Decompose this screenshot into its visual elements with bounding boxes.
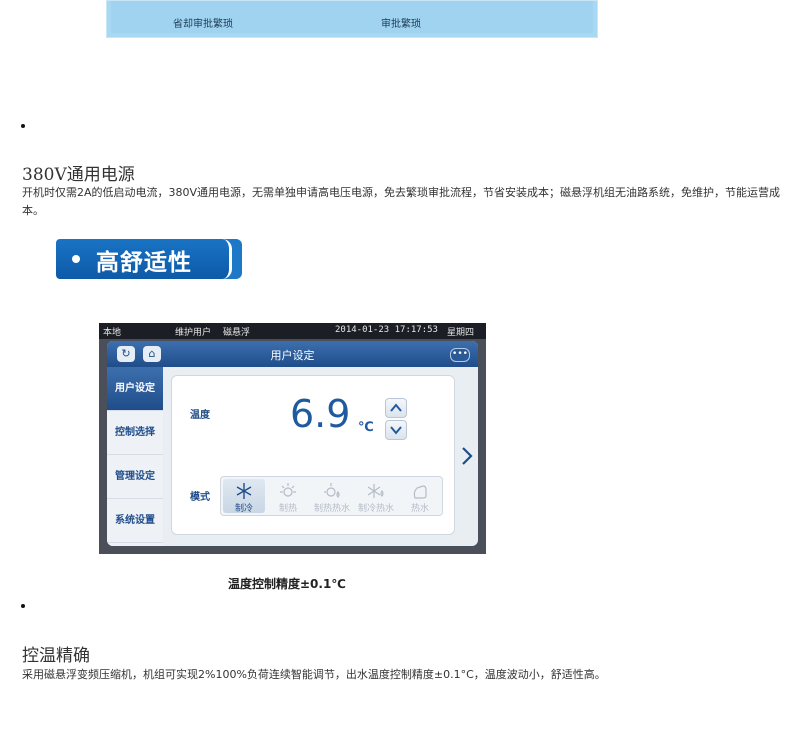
status-system: 磁悬浮: [223, 328, 251, 338]
sidebar-item-control-select[interactable]: 控制选择: [107, 411, 163, 455]
temperature-down-button[interactable]: [385, 420, 407, 440]
sidebar-item-user-settings[interactable]: 用户设定: [107, 367, 163, 411]
mode-label-cooling-hotwater: 制冷热水: [357, 504, 394, 514]
snowflake-icon: [236, 483, 252, 499]
mode-cooling-hotwater-button[interactable]: 制冷热水: [355, 479, 397, 514]
chevron-right-icon[interactable]: [461, 446, 473, 466]
status-datetime: 2014-01-23 17:17:53: [335, 325, 438, 335]
mode-label-heating-hotwater: 制热热水: [313, 504, 350, 514]
device-title: 用户设定: [270, 349, 315, 362]
ribbon-dot-icon: [72, 255, 80, 263]
sun-icon: [280, 483, 296, 497]
mode-heating-button[interactable]: 制热: [267, 479, 309, 514]
feature-ribbon: 高舒适性: [56, 239, 242, 279]
temperature-up-button[interactable]: [385, 398, 407, 418]
settings-panel: 温度 6.9 ℃ 模式 制冷 制热 制热热水 制冷热水 热水: [171, 375, 455, 535]
mode-label-cooling: 制冷: [234, 504, 253, 514]
status-location: 本地: [103, 328, 122, 338]
mode-hotwater-button[interactable]: 热水: [399, 479, 441, 514]
section-body-precision: 采用磁悬浮变频压缩机，机组可实现2%100%负荷连续智能调节，出水温度控制精度±…: [22, 668, 606, 681]
ribbon-front: 高舒适性: [56, 239, 232, 279]
controller-screen-image: 本地 维护用户 磁悬浮 2014-01-23 17:17:53 星期四 ↻ ⌂ …: [99, 323, 486, 554]
list-bullet: [21, 604, 25, 608]
section-title-power: 380V通用电源: [22, 165, 135, 185]
status-user: 维护用户: [175, 328, 212, 338]
sidebar-item-system-settings[interactable]: 系统设置: [107, 499, 163, 543]
temperature-label: 温度: [190, 410, 210, 421]
ribbon-label: 高舒适性: [96, 250, 192, 276]
section-body-power: 开机时仅需2A的低启动电流，380V通用电源，无需单独申请高电压电源，免去繁琐审…: [22, 186, 781, 217]
chevron-down-icon: [390, 426, 402, 435]
top-banner-image: 省却审批繁琐 审批繁琐: [106, 0, 598, 38]
image-caption: 温度控制精度±0.1℃: [228, 577, 346, 591]
section-title-precision: 控温精确: [22, 646, 90, 666]
chevron-up-icon: [390, 403, 402, 412]
mode-label: 模式: [190, 492, 210, 503]
menu-icon[interactable]: •••: [450, 348, 470, 362]
device-title-bar: ↻ ⌂ 用户设定 •••: [107, 341, 478, 367]
list-bullet: [21, 124, 25, 128]
mode-label-hotwater: 热水: [410, 504, 429, 514]
status-weekday: 星期四: [447, 328, 475, 338]
snowflake-drop-icon: [367, 484, 384, 498]
mode-selector: 制冷 制热 制热热水 制冷热水 热水: [220, 476, 443, 516]
device-display: ↻ ⌂ 用户设定 ••• 用户设定 控制选择 管理设定 系统设置 温度 6.9 …: [107, 341, 478, 546]
device-status-bar: 本地 维护用户 磁悬浮 2014-01-23 17:17:53 星期四: [99, 323, 486, 339]
banner-caption-left: 省却审批繁琐: [173, 19, 233, 30]
temperature-value: 6.9: [290, 392, 351, 436]
mode-cooling-button[interactable]: 制冷: [223, 479, 265, 514]
hand-water-icon: [413, 485, 427, 499]
sidebar-item-management[interactable]: 管理设定: [107, 455, 163, 499]
banner-caption-right: 审批繁琐: [381, 19, 421, 30]
mode-label-heating: 制热: [278, 504, 297, 514]
temperature-unit: ℃: [358, 420, 374, 435]
mode-heating-hotwater-button[interactable]: 制热热水: [311, 479, 353, 514]
banner-panel: 省却审批繁琐 审批繁琐: [111, 1, 593, 33]
device-sidebar: 用户设定 控制选择 管理设定 系统设置: [107, 367, 163, 546]
sun-drop-icon: [324, 483, 340, 498]
